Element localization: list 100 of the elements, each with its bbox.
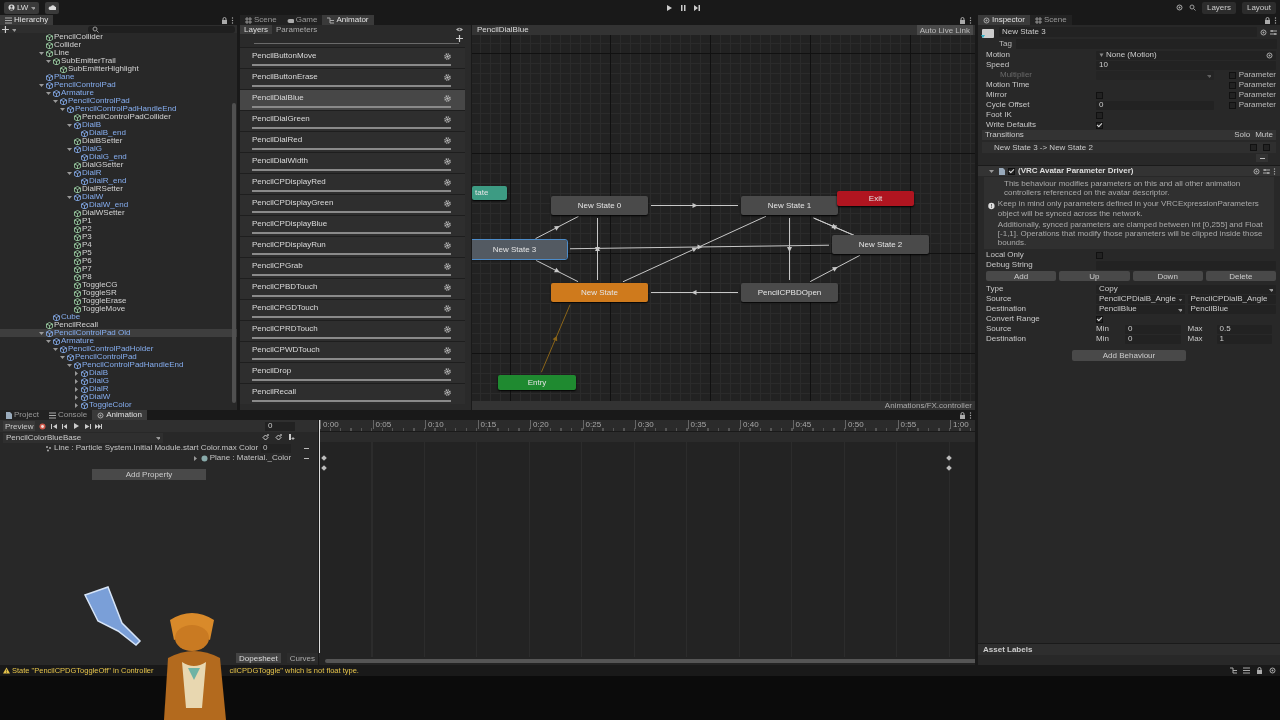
frame-field[interactable]: 0 bbox=[265, 421, 296, 431]
clip-dropdown[interactable]: PencilColorBlueBase bbox=[3, 432, 163, 443]
hierarchy-item[interactable]: DialR_end bbox=[0, 177, 237, 185]
hierarchy-item[interactable]: DialWSetter bbox=[0, 209, 237, 217]
more-icon[interactable] bbox=[1274, 16, 1277, 24]
value-field[interactable]: 0 bbox=[261, 443, 292, 453]
add-icon[interactable] bbox=[2, 25, 9, 33]
search-icon[interactable] bbox=[1188, 4, 1196, 11]
settings-icon[interactable] bbox=[444, 52, 451, 60]
hierarchy-item[interactable]: DialB_end bbox=[0, 129, 237, 137]
view-tab[interactable]: Curves bbox=[286, 653, 319, 663]
checkbox[interactable] bbox=[1008, 167, 1015, 175]
text-field[interactable] bbox=[1096, 260, 1276, 270]
settings-icon[interactable] bbox=[444, 304, 451, 312]
layer-item[interactable]: PencilCPWDTouch bbox=[240, 341, 465, 362]
property-name[interactable]: Line : Particle System.Initial Module.start Color.max Color bbox=[53, 444, 259, 452]
collapse-arrow-icon[interactable] bbox=[52, 97, 59, 105]
expand-arrow-icon[interactable] bbox=[988, 167, 995, 175]
state-node[interactable]: New State 2 bbox=[832, 235, 929, 254]
collapse-arrow-icon[interactable] bbox=[59, 105, 66, 113]
hierarchy-item[interactable]: DialW bbox=[0, 193, 237, 201]
layer-item[interactable]: PencilDialBlue bbox=[240, 89, 465, 110]
first-frame-icon[interactable] bbox=[50, 422, 58, 430]
hierarchy-item[interactable]: DialB bbox=[0, 121, 237, 129]
expand-arrow-icon[interactable] bbox=[73, 369, 80, 377]
previous-frame-icon[interactable] bbox=[61, 422, 69, 430]
scrollbar[interactable] bbox=[232, 103, 236, 403]
transition-arrow[interactable] bbox=[622, 215, 767, 283]
panel-tab[interactable]: Console bbox=[43, 410, 93, 420]
settings-icon[interactable] bbox=[444, 325, 451, 333]
layer-item[interactable]: PencilCPDisplayRun bbox=[240, 236, 465, 257]
hierarchy-item[interactable]: PencilRecall bbox=[0, 321, 237, 329]
settings-icon[interactable] bbox=[444, 115, 451, 123]
hierarchy-item[interactable]: DialB bbox=[0, 369, 237, 377]
collapse-arrow-icon[interactable] bbox=[66, 169, 73, 177]
breadcrumb[interactable]: PencilDialBlue bbox=[474, 26, 532, 34]
layer-item[interactable]: PencilCPGrab bbox=[240, 257, 465, 278]
remove-button[interactable] bbox=[1256, 154, 1268, 162]
expand-arrow-icon[interactable] bbox=[73, 385, 80, 393]
settings-icon[interactable] bbox=[444, 367, 451, 375]
lock-icon[interactable] bbox=[1256, 667, 1263, 674]
cloud-button[interactable] bbox=[45, 1, 60, 14]
hierarchy-item[interactable]: Cube bbox=[0, 313, 237, 321]
dropdown[interactable]: PencilBlue bbox=[1096, 304, 1185, 314]
graph-icon[interactable] bbox=[1230, 667, 1237, 674]
hierarchy-item[interactable]: PencilControlPad bbox=[0, 97, 237, 105]
expand-arrow-icon[interactable] bbox=[73, 401, 80, 409]
expand-arrow-icon[interactable] bbox=[191, 454, 199, 462]
live-link-button[interactable]: Auto Live Link bbox=[916, 25, 973, 35]
more-icon[interactable] bbox=[969, 16, 972, 24]
layer-item[interactable]: PencilCPGDTouch bbox=[240, 299, 465, 320]
checkbox[interactable] bbox=[1250, 144, 1257, 151]
more-icon[interactable] bbox=[1273, 167, 1276, 175]
hierarchy-item[interactable]: Plane bbox=[0, 73, 237, 81]
hierarchy-item[interactable]: Armature bbox=[0, 89, 237, 97]
settings-icon[interactable] bbox=[444, 388, 451, 396]
layer-item[interactable]: PencilDialRed bbox=[240, 131, 465, 152]
hierarchy-item[interactable]: SubEmitterHighlight bbox=[0, 65, 237, 73]
pause-icon[interactable] bbox=[678, 3, 687, 12]
layer-item[interactable]: PencilCPDisplayGreen bbox=[240, 194, 465, 215]
hierarchy-item[interactable]: DialBSetter bbox=[0, 137, 237, 145]
more-icon[interactable] bbox=[969, 411, 972, 419]
collapse-arrow-icon[interactable] bbox=[66, 193, 73, 201]
collapse-arrow-icon[interactable] bbox=[38, 329, 45, 337]
layer-item[interactable]: PencilCPBDTouch bbox=[240, 278, 465, 299]
settings-icon[interactable] bbox=[1263, 167, 1270, 175]
hierarchy-item[interactable]: ToggleMove bbox=[0, 305, 237, 313]
transition-arrow[interactable] bbox=[535, 259, 579, 283]
layer-item[interactable]: PencilCPRDTouch bbox=[240, 320, 465, 341]
settings-icon[interactable] bbox=[444, 178, 451, 186]
hierarchy-item[interactable]: P5 bbox=[0, 249, 237, 257]
collapse-arrow-icon[interactable] bbox=[59, 353, 66, 361]
transition-arrow[interactable] bbox=[809, 254, 861, 283]
lock-icon[interactable] bbox=[959, 16, 966, 24]
settings-icon[interactable] bbox=[444, 346, 451, 354]
settings-icon[interactable] bbox=[444, 262, 451, 270]
collapse-arrow-icon[interactable] bbox=[66, 121, 73, 129]
hierarchy-item[interactable]: P3 bbox=[0, 233, 237, 241]
transition-arrow-pair[interactable] bbox=[595, 217, 600, 281]
collapse-arrow-icon[interactable] bbox=[66, 361, 73, 369]
list-icon[interactable] bbox=[1243, 667, 1250, 674]
expand-arrow-icon[interactable] bbox=[73, 393, 80, 401]
lock-icon[interactable] bbox=[1264, 16, 1271, 24]
transition-arrow[interactable] bbox=[569, 244, 830, 250]
more-icon[interactable] bbox=[231, 16, 234, 24]
hierarchy-item[interactable]: Collider bbox=[0, 41, 237, 49]
layer-item[interactable]: PencilRecall bbox=[240, 383, 465, 404]
hierarchy-item[interactable]: P2 bbox=[0, 225, 237, 233]
toolbar-dropdown[interactable]: Layers bbox=[1201, 1, 1236, 14]
panel-tab[interactable]: Scene bbox=[240, 15, 282, 25]
toolbar-dropdown[interactable]: Layout bbox=[1241, 1, 1276, 14]
settings-icon[interactable] bbox=[444, 94, 451, 102]
transition-arrow[interactable] bbox=[650, 203, 739, 208]
record-icon[interactable] bbox=[39, 422, 47, 430]
sub-tab[interactable]: Layers bbox=[240, 25, 272, 34]
settings-icon[interactable] bbox=[444, 241, 451, 249]
collapse-arrow-icon[interactable] bbox=[45, 337, 52, 345]
settings-icon[interactable] bbox=[444, 136, 451, 144]
hierarchy-item[interactable]: P6 bbox=[0, 257, 237, 265]
dropdown[interactable]: PencilCPDialB_Angle bbox=[1096, 294, 1185, 304]
